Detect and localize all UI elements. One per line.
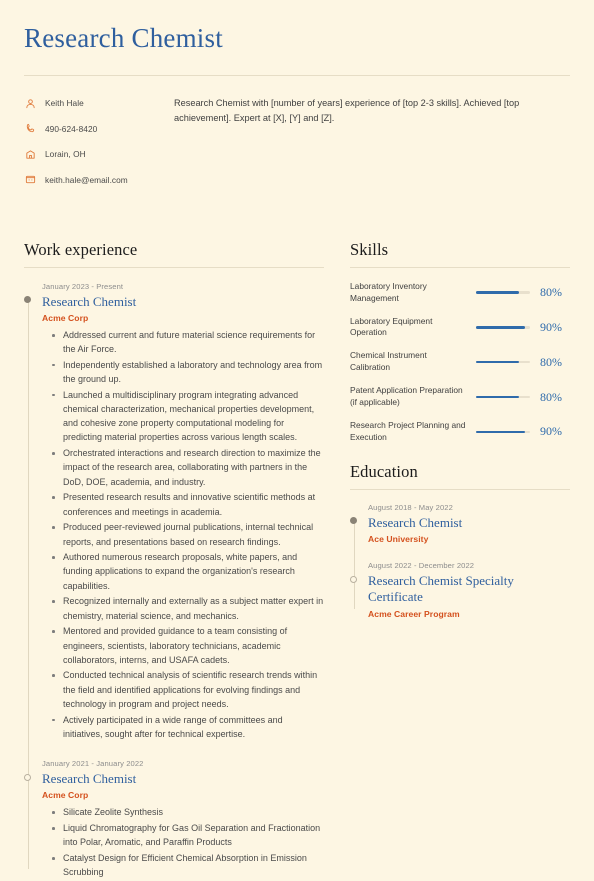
contact-item-phone: 490-624-8420	[24, 122, 152, 135]
work-entry-date: January 2021 - January 2022	[42, 759, 144, 769]
right-column: Skills Laboratory Inventory Management 8…	[346, 240, 570, 881]
skill-percent: 80%	[540, 285, 562, 300]
section-title-education: Education	[350, 461, 418, 481]
list-item: Mentored and provided guidance to a team…	[52, 624, 324, 667]
skill-percent: 90%	[540, 319, 562, 334]
work-entry-role: Research Chemist	[42, 771, 137, 787]
skill-label: Chemical Instrument Calibration	[350, 350, 427, 373]
skill-label: Patent Application Preparation (if appli…	[350, 385, 463, 408]
contact-phone-text: 490-624-8420	[45, 123, 98, 134]
list-item: Catalyst Design for Efficient Chemical A…	[52, 851, 324, 879]
professional-summary: Research Chemist with [number of years] …	[174, 97, 520, 123]
list-item: Produced peer-reviewed journal publicati…	[52, 520, 324, 548]
email-icon	[24, 173, 37, 186]
skill-progress-bar	[476, 361, 530, 364]
list-item: Recognized internally and externally as …	[52, 594, 324, 622]
work-entry-company: Acme Corp	[42, 312, 89, 323]
skill-label: Research Project Planning and Execution	[350, 420, 466, 442]
education-entry-date: August 2022 - December 2022	[368, 561, 475, 571]
skill-percent: 80%	[540, 389, 562, 404]
phone-icon	[24, 122, 37, 135]
section-title-skills: Skills	[350, 239, 389, 259]
education-entry-date: August 2018 - May 2022	[368, 502, 453, 512]
work-section-divider	[24, 266, 324, 268]
work-entry-role: Research Chemist	[42, 293, 137, 309]
education-entry: August 2022 - December 2022 Research Che…	[350, 561, 570, 619]
header-divider	[24, 74, 570, 76]
contact-item-location: Lorain, OH	[24, 148, 152, 161]
work-experience-section: Work experience January 2023 - Present R…	[24, 240, 346, 881]
timeline-marker-hollow	[24, 773, 31, 781]
work-timeline: January 2023 - Present Research Chemist …	[24, 282, 324, 880]
location-icon	[24, 148, 37, 161]
content-columns: Work experience January 2023 - Present R…	[24, 240, 570, 881]
skill-item: Chemical Instrument Calibration 80%	[350, 350, 570, 374]
timeline-marker-hollow	[350, 575, 357, 583]
skill-progress-bar	[476, 326, 530, 329]
skill-label: Laboratory Inventory Management	[350, 280, 427, 303]
contact-email-text: keith.hale@email.com	[45, 174, 128, 185]
education-section-divider	[350, 488, 570, 490]
contact-name-text: Keith Hale	[45, 98, 84, 109]
list-item: Addressed current and future material sc…	[52, 328, 324, 356]
skill-progress-bar	[476, 430, 530, 434]
work-entry-bullets: Addressed current and future material sc…	[42, 328, 324, 741]
person-icon	[24, 97, 37, 110]
skill-label: Laboratory Equipment Operation	[350, 315, 433, 338]
skill-item: Laboratory Inventory Management 80%	[350, 281, 570, 305]
list-item: Liquid Chromatography for Gas Oil Separa…	[52, 821, 324, 849]
list-item: Orchestrated interactions and research d…	[52, 446, 324, 489]
education-entry-degree: Research Chemist	[368, 514, 463, 530]
skills-list: Laboratory Inventory Management 80% Labo…	[350, 281, 570, 444]
page-title: Research Chemist	[24, 23, 223, 53]
resume-page: Research Chemist Keith Hale 490-624-8420	[0, 0, 594, 877]
skill-progress-bar	[476, 291, 530, 294]
skills-section-divider	[350, 266, 570, 268]
list-item: Actively participated in a wide range of…	[52, 713, 324, 741]
contact-item-name: Keith Hale	[24, 97, 152, 110]
list-item: Independently established a laboratory a…	[52, 358, 324, 386]
list-item: Conducted technical analysis of scientif…	[52, 668, 324, 711]
education-entry: August 2018 - May 2022 Research Chemist …	[350, 503, 570, 544]
skill-item: Laboratory Equipment Operation 90%	[350, 316, 570, 340]
work-entry: January 2021 - January 2022 Research Che…	[24, 759, 324, 879]
education-entry-school: Ace University	[368, 534, 429, 545]
list-item: Presented research results and innovativ…	[52, 490, 324, 518]
contact-item-email: keith.hale@email.com	[24, 173, 152, 186]
list-item: Launched a multidisciplinary program int…	[52, 388, 324, 445]
header-body: Keith Hale 490-624-8420 Lorain, OH keith…	[24, 95, 570, 199]
list-item: Silicate Zeolite Synthesis	[52, 805, 324, 819]
education-entry-school: Acme Career Program	[368, 608, 460, 619]
skill-percent: 90%	[540, 424, 562, 439]
work-entry-date: January 2023 - Present	[42, 281, 124, 291]
section-title-work-experience: Work experience	[24, 239, 138, 259]
timeline-marker-filled	[350, 517, 357, 525]
skill-percent: 80%	[540, 354, 562, 369]
timeline-marker-filled	[24, 296, 31, 304]
education-timeline: August 2018 - May 2022 Research Chemist …	[350, 503, 570, 619]
contact-list: Keith Hale 490-624-8420 Lorain, OH keith…	[24, 95, 152, 199]
work-entry: January 2023 - Present Research Chemist …	[24, 282, 324, 741]
contact-location-text: Lorain, OH	[45, 149, 86, 160]
list-item: Authored numerous research proposals, wh…	[52, 550, 324, 593]
education-section: Education August 2018 - May 2022 Researc…	[350, 462, 570, 619]
work-entry-bullets: Silicate Zeolite Synthesis Liquid Chroma…	[42, 805, 324, 879]
work-entry-company: Acme Corp	[42, 790, 89, 801]
skill-progress-bar	[476, 395, 530, 399]
education-entry-degree: Research Chemist Specialty Certificate	[368, 573, 514, 605]
skill-item: Patent Application Preparation (if appli…	[350, 385, 570, 409]
skill-item: Research Project Planning and Execution …	[350, 420, 570, 444]
